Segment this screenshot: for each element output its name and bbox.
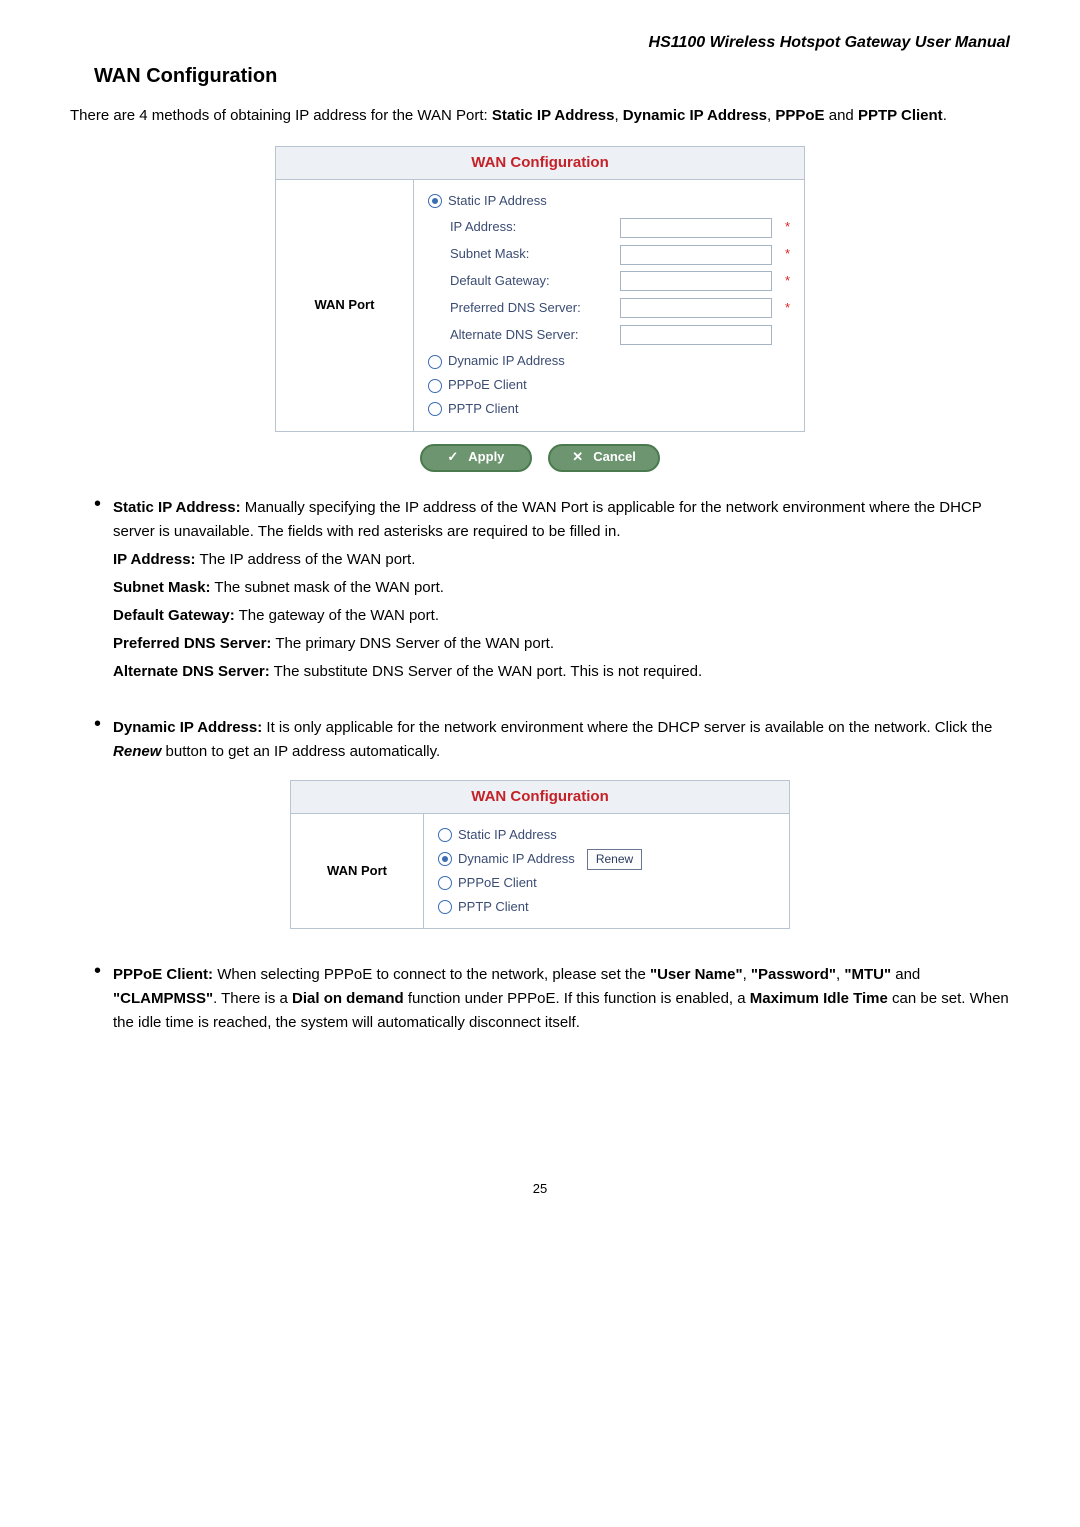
wan-port-label: WAN Port [276, 179, 414, 431]
pppoe-s1: , [743, 966, 751, 983]
radio-icon [438, 900, 452, 914]
intro-method-4: PPTP Client [858, 107, 943, 124]
pdns-desc: The primary DNS Server of the WAN port. [271, 635, 554, 652]
cancel-button[interactable]: Cancel [548, 444, 660, 472]
static-ip-lead: Static IP Address: [113, 499, 241, 516]
pppoe-password: "Password" [751, 966, 836, 983]
wan-config-static-panel: WAN Configuration WAN Port Static IP Add… [275, 146, 805, 432]
subnet-mask-input[interactable] [620, 245, 772, 265]
intro-text-3: . [943, 107, 947, 124]
ip-address-label: IP Address: [450, 217, 610, 238]
renew-button[interactable]: Renew [587, 849, 642, 870]
radio-icon [438, 852, 452, 866]
static-ip-description: Static IP Address: Manually specifying t… [113, 492, 1010, 688]
required-asterisk: * [785, 244, 790, 265]
radio-icon [438, 876, 452, 890]
pppoe-t2: . There is a [213, 990, 292, 1007]
pppoe-description: PPPoE Client: When selecting PPPoE to co… [113, 959, 1010, 1039]
radio-icon [428, 194, 442, 208]
alternate-dns-input[interactable] [620, 325, 772, 345]
intro-method-3: PPPoE [775, 107, 824, 124]
preferred-dns-input[interactable] [620, 298, 772, 318]
adns-desc-label: Alternate DNS Server: [113, 663, 270, 680]
required-asterisk: * [785, 298, 790, 319]
radio-dynamic-ip-2[interactable]: Dynamic IP Address Renew [438, 849, 775, 870]
dynamic-ip-description: Dynamic IP Address: It is only applicabl… [113, 712, 1010, 768]
radio-pppoe-2[interactable]: PPPoE Client [438, 873, 775, 894]
pppoe-dial-on-demand: Dial on demand [292, 990, 404, 1007]
section-title: WAN Configuration [94, 60, 1010, 92]
radio-label-static: Static IP Address [448, 191, 547, 212]
pppoe-s3: and [891, 966, 920, 983]
radio-static-ip[interactable]: Static IP Address [428, 191, 790, 212]
static-ip-text: Manually specifying the IP address of th… [113, 499, 981, 540]
intro-text-1: There are 4 methods of obtaining IP addr… [70, 107, 492, 124]
subnet-desc: The subnet mask of the WAN port. [211, 579, 444, 596]
default-gateway-label: Default Gateway: [450, 271, 610, 292]
intro-method-1: Static IP Address [492, 107, 615, 124]
ip-address-input[interactable] [620, 218, 772, 238]
page-number: 25 [70, 1179, 1010, 1200]
ip-address-desc-label: IP Address: [113, 551, 196, 568]
radio-dynamic-ip[interactable]: Dynamic IP Address [428, 351, 790, 372]
close-icon [572, 447, 583, 468]
intro-paragraph: There are 4 methods of obtaining IP addr… [70, 104, 1010, 128]
wan-port-label-2: WAN Port [291, 813, 424, 929]
alternate-dns-label: Alternate DNS Server: [450, 325, 610, 346]
pppoe-user-name: "User Name" [650, 966, 743, 983]
bullet-icon: • [94, 961, 101, 1039]
radio-pptp[interactable]: PPTP Client [428, 399, 790, 420]
pppoe-t3: function under PPPoE. If this function i… [404, 990, 750, 1007]
pdns-desc-label: Preferred DNS Server: [113, 635, 271, 652]
radio-label-pptp: PPTP Client [448, 399, 519, 420]
subnet-desc-label: Subnet Mask: [113, 579, 211, 596]
dynamic-ip-text2: button to get an IP address automaticall… [161, 743, 440, 760]
renew-word: Renew [113, 743, 161, 760]
bullet-icon: • [94, 714, 101, 768]
pppoe-lead: PPPoE Client: [113, 966, 213, 983]
subnet-mask-label: Subnet Mask: [450, 244, 610, 265]
intro-text-2: and [825, 107, 858, 124]
gateway-desc: The gateway of the WAN port. [235, 607, 439, 624]
intro-sep-1: , [614, 107, 622, 124]
required-asterisk: * [785, 271, 790, 292]
wan-config-title-2: WAN Configuration [291, 780, 790, 813]
radio-icon [438, 828, 452, 842]
radio-pppoe[interactable]: PPPoE Client [428, 375, 790, 396]
radio-icon [428, 402, 442, 416]
gateway-desc-label: Default Gateway: [113, 607, 235, 624]
pppoe-max-idle: Maximum Idle Time [750, 990, 888, 1007]
radio-label-pppoe: PPPoE Client [448, 375, 527, 396]
intro-method-2: Dynamic IP Address [623, 107, 767, 124]
apply-button[interactable]: Apply [420, 444, 532, 472]
pppoe-t1: When selecting PPPoE to connect to the n… [213, 966, 650, 983]
required-asterisk: * [785, 217, 790, 238]
check-icon [447, 447, 458, 468]
cancel-label: Cancel [593, 447, 636, 468]
wan-config-dynamic-panel: WAN Configuration WAN Port Static IP Add… [290, 780, 790, 930]
pppoe-mtu: "MTU" [844, 966, 891, 983]
document-header: HS1100 Wireless Hotspot Gateway User Man… [70, 30, 1010, 56]
radio-label-pptp-2: PPTP Client [458, 897, 529, 918]
dynamic-ip-lead: Dynamic IP Address: [113, 719, 262, 736]
dynamic-ip-text1: It is only applicable for the network en… [262, 719, 992, 736]
preferred-dns-label: Preferred DNS Server: [450, 298, 610, 319]
pppoe-clampmss: "CLAMPMSS" [113, 990, 213, 1007]
radio-label-static-2: Static IP Address [458, 825, 557, 846]
radio-label-pppoe-2: PPPoE Client [458, 873, 537, 894]
radio-label-dynamic-2: Dynamic IP Address [458, 849, 575, 870]
default-gateway-input[interactable] [620, 271, 772, 291]
wan-config-title: WAN Configuration [276, 146, 805, 179]
ip-address-desc: The IP address of the WAN port. [196, 551, 416, 568]
radio-icon [428, 379, 442, 393]
adns-desc: The substitute DNS Server of the WAN por… [270, 663, 702, 680]
radio-icon [428, 355, 442, 369]
radio-pptp-2[interactable]: PPTP Client [438, 897, 775, 918]
apply-label: Apply [468, 447, 504, 468]
radio-label-dynamic: Dynamic IP Address [448, 351, 565, 372]
radio-static-ip-2[interactable]: Static IP Address [438, 825, 775, 846]
bullet-icon: • [94, 494, 101, 688]
